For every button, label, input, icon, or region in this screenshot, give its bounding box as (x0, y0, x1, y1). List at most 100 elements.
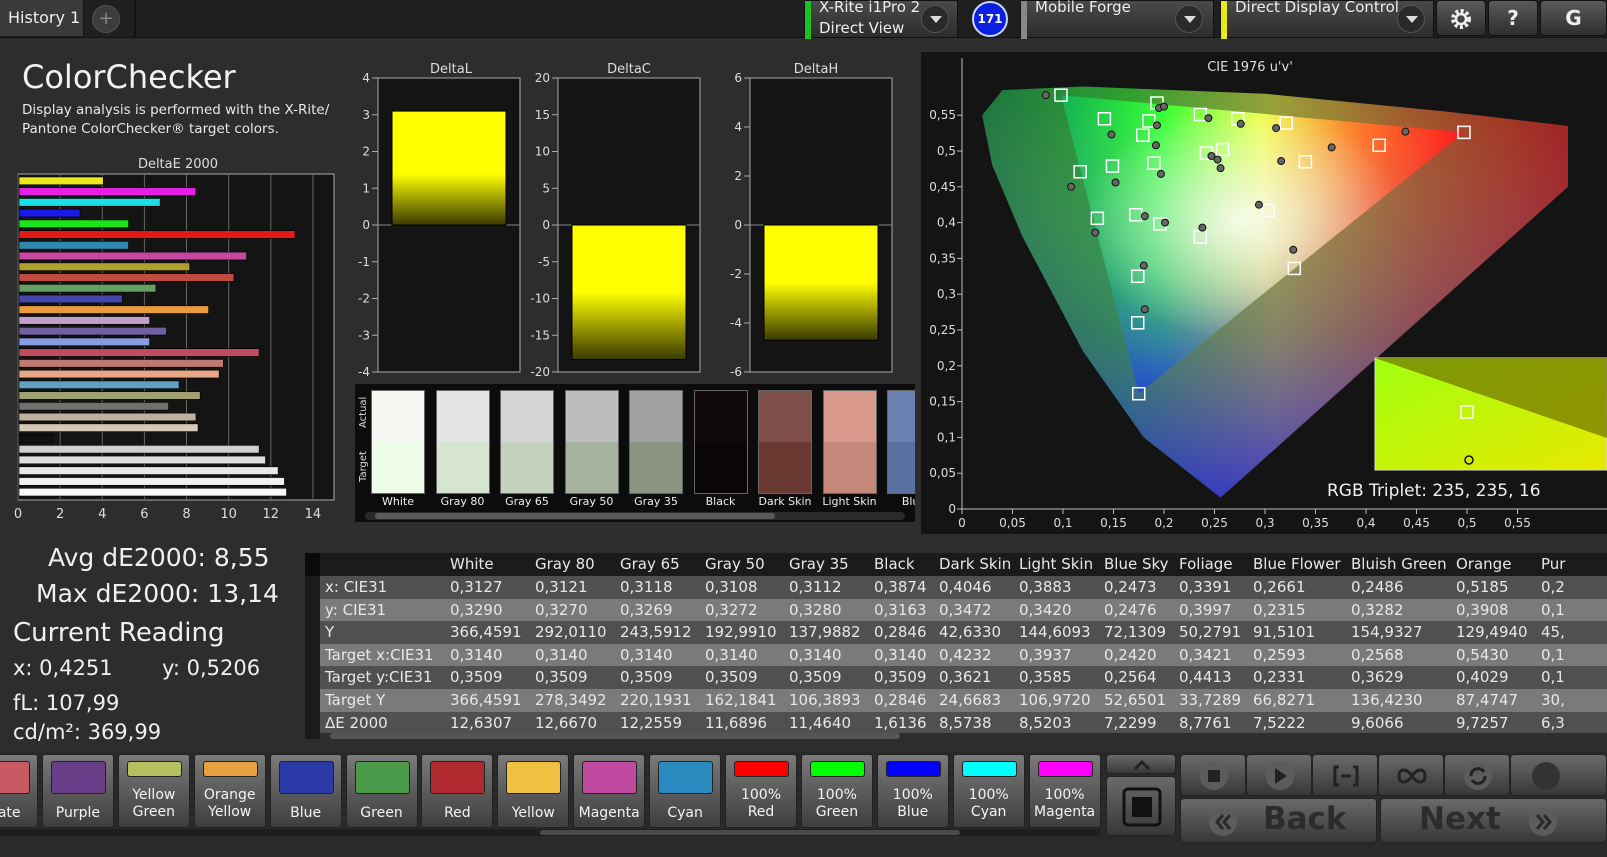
table-row-label: ΔE 2000 (325, 713, 388, 732)
deltae-bar (18, 423, 199, 432)
patch-button[interactable]: 100% Magenta (1028, 754, 1101, 828)
add-history-button[interactable]: + (92, 5, 120, 33)
settings-button[interactable] (1436, 0, 1486, 36)
cie-measured-point (1236, 119, 1245, 128)
data-table: White Gray 80 Gray 65 Gray 50 Gray 35 Black Da… (305, 553, 1607, 739)
pattern-generator-selector[interactable]: Mobile Forge (1020, 0, 1214, 39)
cie-measured-point (1111, 178, 1120, 187)
delta-tick-label: -2 (358, 292, 370, 306)
table-cell: 0,1 (1541, 645, 1565, 664)
table-cell: 7,5222 (1253, 713, 1306, 732)
table-column-header: White (450, 555, 494, 573)
patch-scrollbar[interactable] (0, 829, 1100, 836)
actual-axis-label: Actual (358, 396, 369, 428)
cie-measured-point (1140, 212, 1149, 221)
play-button[interactable] (1246, 754, 1312, 796)
patch-button[interactable]: Purple (41, 754, 114, 828)
patch-color-chip (126, 761, 182, 777)
patch-button[interactable]: 100% Green (800, 754, 873, 828)
history-tab[interactable]: History 1 (0, 0, 84, 36)
extra-control-button[interactable] (1510, 754, 1607, 796)
patch-button[interactable]: 100% Red (725, 754, 797, 828)
table-cell: 6,3 (1541, 713, 1565, 732)
patch-button[interactable]: Orange Yellow (193, 754, 266, 828)
table-cell: 0,1 (1541, 668, 1565, 687)
table-cell: 0,3280 (789, 600, 842, 619)
color-swatch[interactable] (887, 390, 915, 494)
deltae-bar (18, 391, 201, 400)
table-cell: 0,3290 (450, 600, 503, 619)
color-swatch[interactable] (564, 390, 619, 494)
next-button[interactable]: Next (1380, 798, 1607, 843)
swatch-actual (694, 391, 747, 442)
patch-color-chip (734, 761, 789, 777)
extra-button[interactable]: G (1540, 0, 1607, 36)
patch-button[interactable]: 100% Blue (876, 754, 949, 828)
table-cell: 129,4940 (1456, 623, 1528, 642)
deltae-tick-label: 8 (182, 507, 190, 520)
table-cell: 30, (1541, 691, 1565, 709)
table-cell: 0,3140 (620, 645, 673, 664)
table-cell: 0,2846 (874, 691, 927, 709)
color-swatch[interactable] (371, 390, 425, 494)
patch-button[interactable]: Red (421, 754, 494, 828)
swatch-target (630, 442, 682, 493)
stop-button[interactable] (1180, 754, 1246, 796)
table-cell: 0,3140 (535, 645, 588, 664)
sync-button[interactable] (1444, 754, 1510, 796)
color-swatch[interactable] (500, 390, 554, 494)
help-button[interactable]: ? (1488, 0, 1538, 36)
table-scrollbar[interactable] (320, 733, 1607, 739)
table-column-header: Blue Flower (1253, 555, 1341, 573)
delta-tick-label: -15 (530, 328, 550, 342)
patch-button[interactable]: erate (0, 754, 38, 828)
patch-button[interactable]: 100% Cyan (952, 754, 1025, 828)
color-swatch[interactable] (629, 390, 683, 494)
table-cell: 52,6501 (1104, 691, 1167, 709)
table-cell: 0,3509 (450, 668, 503, 687)
patch-button[interactable]: Yellow Green (117, 754, 190, 828)
display-control-selector[interactable]: Direct Display Control (1220, 0, 1434, 39)
stop-reading-button[interactable] (1106, 776, 1176, 836)
table-cell: 11,4640 (789, 713, 852, 732)
table-row: ΔE 2000 12,6307 12,6670 12,2559 11,6896 11,46… (320, 711, 1607, 735)
patch-button[interactable]: Blue (269, 754, 342, 828)
reading-count-badge[interactable]: 171 (972, 1, 1008, 37)
patch-scrollbar-thumb[interactable] (540, 830, 960, 835)
patch-button[interactable]: Cyan (649, 754, 722, 828)
swatch-target (565, 442, 618, 493)
table-cell: 0,3997 (1179, 600, 1232, 619)
chevron-down-icon[interactable] (921, 5, 949, 33)
color-swatch[interactable] (758, 390, 812, 494)
patch-button[interactable]: Yellow (497, 754, 570, 828)
chevron-down-icon[interactable] (1397, 5, 1425, 33)
patch-label: Cyan (667, 805, 703, 821)
delta-tick-label: 2 (362, 145, 370, 159)
table-cell: 0,3270 (535, 600, 588, 619)
meter-selector[interactable]: X-Rite i1Pro 2 Direct View (804, 0, 958, 39)
swatch-scrollbar[interactable] (365, 512, 905, 520)
table-cell: 136,4230 (1351, 691, 1423, 709)
table-scrollbar-thumb[interactable] (330, 733, 900, 739)
cie-measured-point (1041, 91, 1050, 100)
patch-button[interactable]: Magenta (573, 754, 646, 828)
patch-color-chip (430, 761, 486, 794)
measure-once-button[interactable] (1312, 754, 1378, 796)
color-swatch[interactable] (435, 390, 490, 494)
scroll-up-button[interactable] (1106, 754, 1176, 774)
patch-button[interactable]: Green (345, 754, 418, 828)
table-cell: 0,3509 (705, 668, 758, 687)
table-cell: 12,6670 (535, 713, 598, 732)
back-button[interactable]: Back (1180, 798, 1377, 843)
color-swatch[interactable] (693, 390, 748, 494)
chevron-down-icon[interactable] (1175, 5, 1203, 33)
infinity-icon (1397, 768, 1427, 784)
deltae-bar (18, 262, 190, 271)
color-swatch[interactable] (822, 390, 877, 494)
continuous-button[interactable] (1378, 754, 1444, 796)
delta-tick-label: 0 (734, 218, 742, 232)
swatch-scrollbar-thumb[interactable] (375, 513, 775, 519)
table-cell: 0,3874 (874, 578, 927, 596)
table-cell: 0,1 (1541, 600, 1565, 619)
next-label: Next (1419, 801, 1501, 837)
